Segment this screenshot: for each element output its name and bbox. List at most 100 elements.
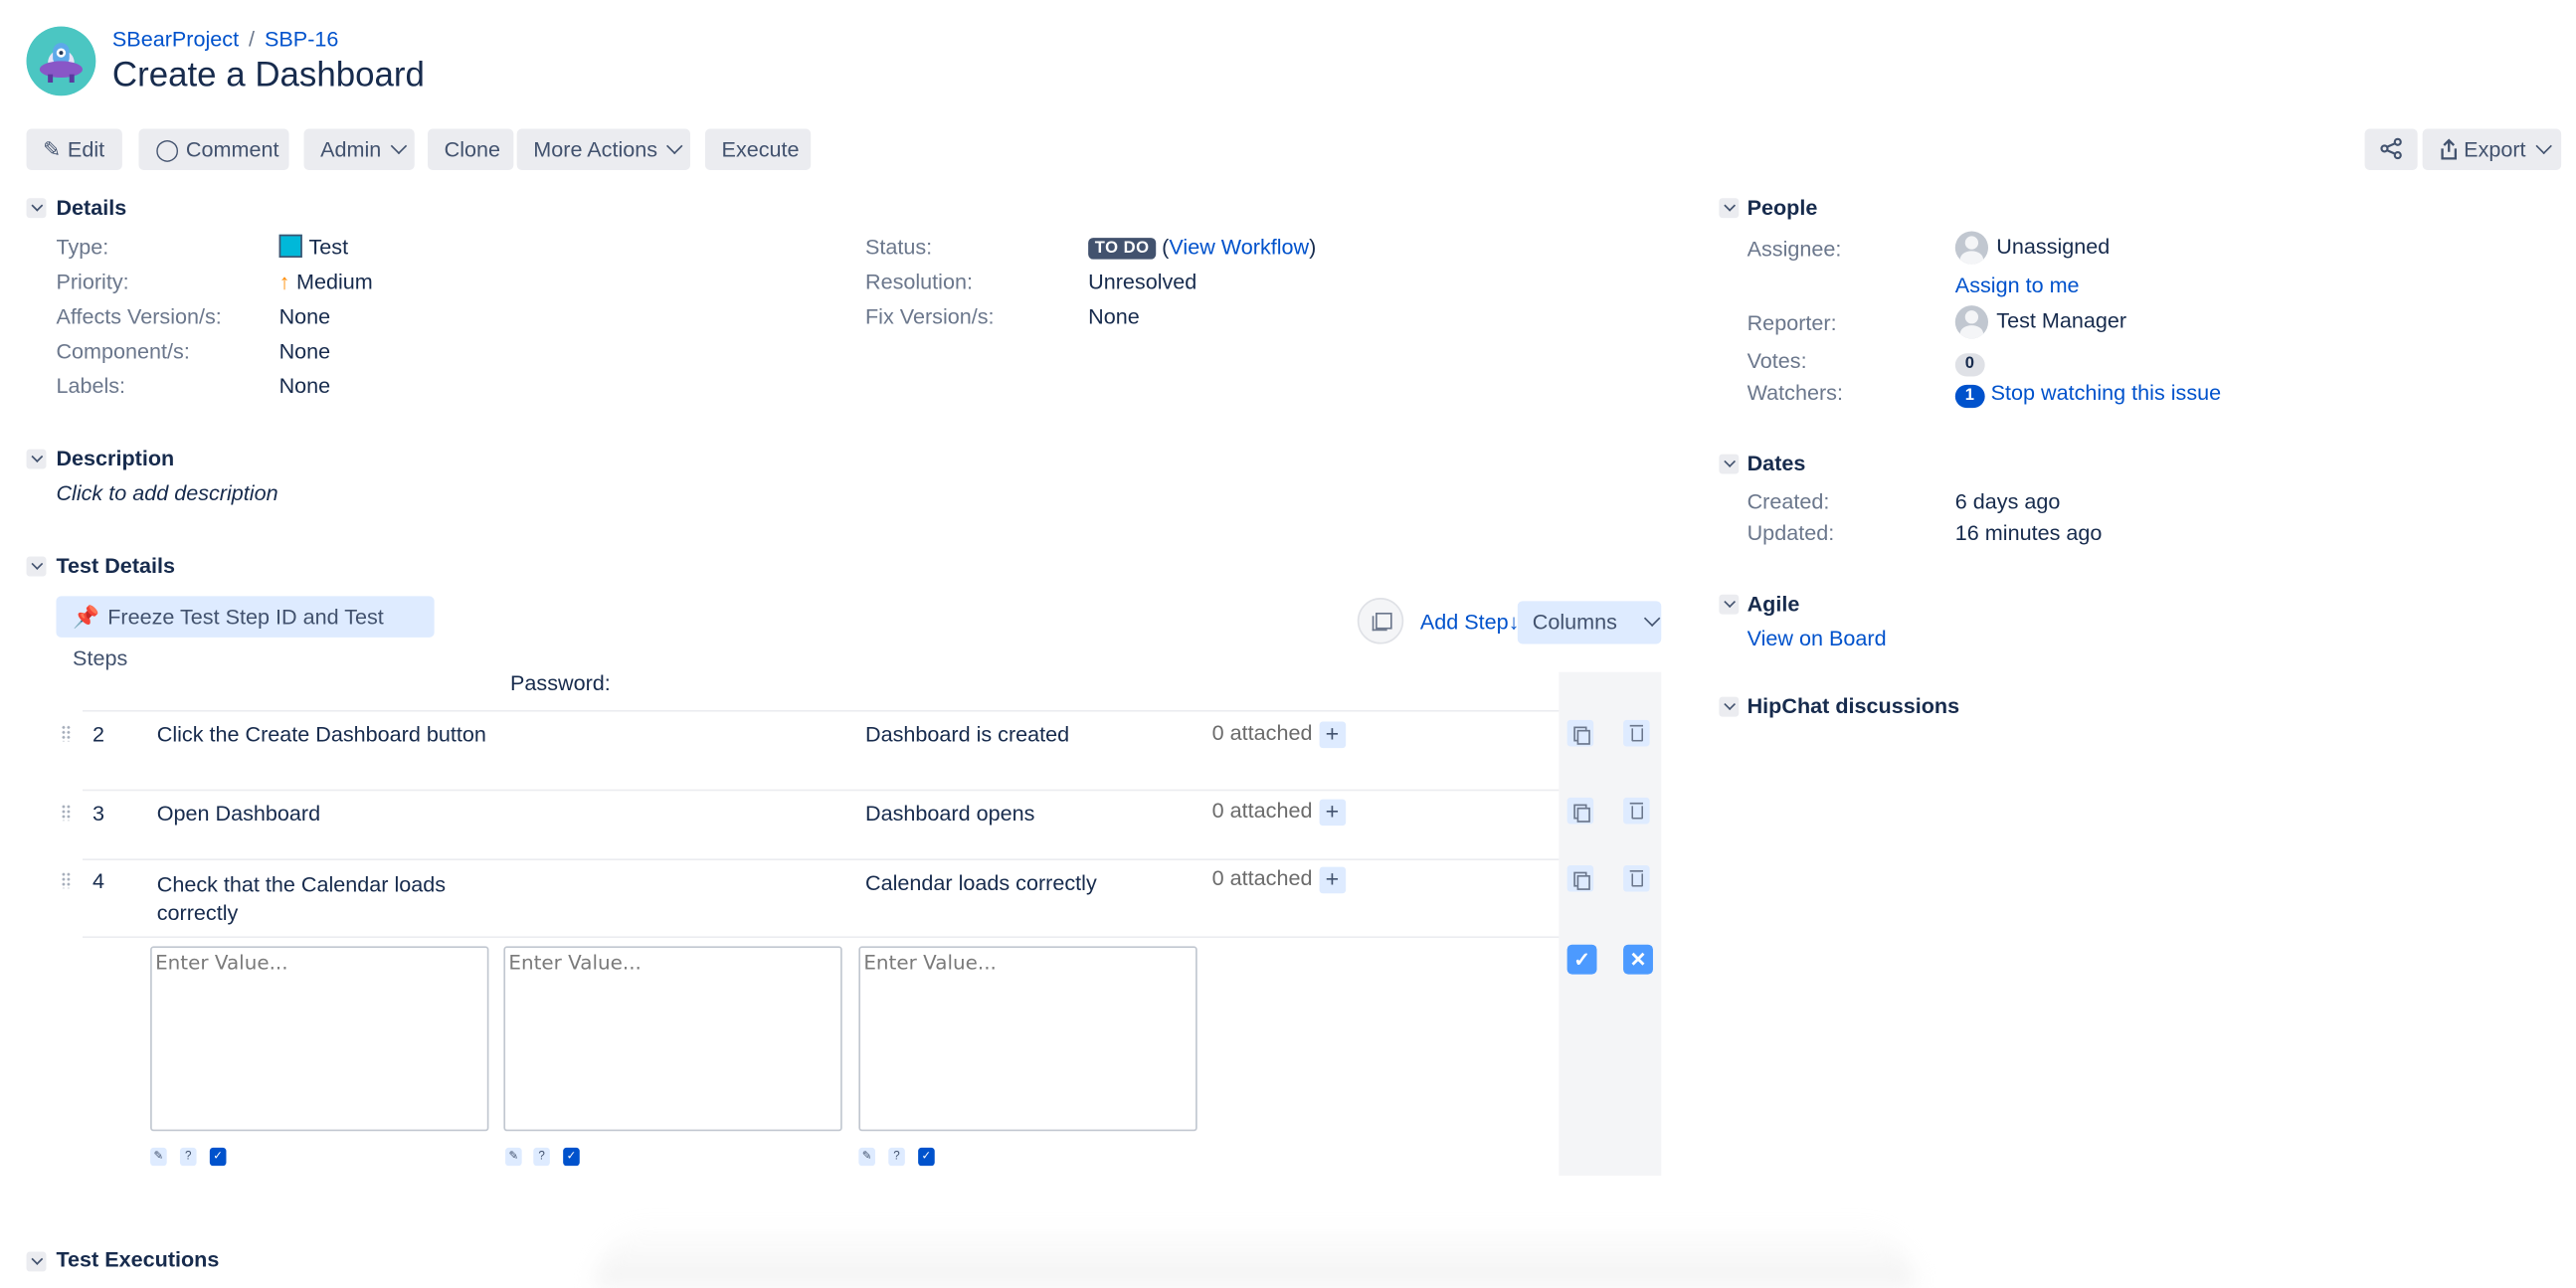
fix-version-value: None	[1088, 303, 1140, 329]
chevron-down-icon	[390, 137, 407, 155]
row-divider	[83, 709, 1560, 712]
new-step-input[interactable]	[150, 946, 489, 1132]
clone-button[interactable]: Clone	[428, 128, 514, 171]
step-result[interactable]: Dashboard is created	[865, 722, 1069, 747]
edit-markup-icon[interactable]: ✎	[505, 1147, 522, 1167]
votes-value[interactable]: 0	[1954, 348, 1984, 377]
votes-count: 0	[1954, 353, 1984, 377]
step-number: 3	[92, 801, 104, 827]
help-icon[interactable]: ?	[533, 1147, 550, 1167]
hipchat-heading: HipChat discussions	[1747, 693, 1960, 719]
comment-label: Comment	[185, 136, 279, 162]
test-details-toggle[interactable]	[26, 556, 47, 577]
reporter-avatar	[1954, 305, 1989, 339]
checkbox-icon[interactable]: ✓	[918, 1147, 935, 1167]
delete-step-button[interactable]	[1623, 864, 1650, 892]
share-button[interactable]	[2364, 128, 2418, 171]
view-workflow-link[interactable]: View Workflow	[1169, 235, 1309, 260]
breadcrumb-project-link[interactable]: SBearProject	[112, 27, 239, 52]
description-toggle[interactable]	[26, 449, 47, 469]
dates-toggle[interactable]	[1719, 454, 1740, 474]
resolution-label: Resolution:	[864, 269, 973, 294]
freeze-label: Freeze Test Step ID and Test Steps	[73, 604, 384, 671]
step-text[interactable]: Click the Create Dashboard button	[157, 722, 486, 747]
reporter-label: Reporter:	[1747, 310, 1837, 336]
stop-watching-link[interactable]: Stop watching this issue	[1991, 380, 2222, 405]
delete-step-button[interactable]	[1623, 797, 1650, 825]
details-toggle[interactable]	[26, 198, 47, 219]
clone-steps-button[interactable]	[1357, 598, 1404, 644]
issue-view: SBearProject / SBP-16 Create a Dashboard ✎…	[0, 0, 2576, 1288]
step-result[interactable]: Calendar loads correctly	[865, 870, 1097, 895]
watchers-count[interactable]: 1	[1954, 384, 1984, 409]
hipchat-toggle[interactable]	[1719, 696, 1740, 717]
labels-label: Labels:	[56, 373, 126, 399]
edit-button[interactable]: ✎ Edit	[26, 128, 122, 171]
agile-toggle[interactable]	[1719, 594, 1740, 615]
clone-label: Clone	[444, 136, 501, 162]
assignee-value[interactable]: Unassigned	[1954, 231, 2111, 265]
new-data-input[interactable]	[503, 946, 842, 1132]
add-attachment-button[interactable]: +	[1319, 720, 1346, 748]
edit-markup-icon[interactable]: ✎	[150, 1147, 167, 1167]
people-toggle[interactable]	[1719, 198, 1740, 219]
step-result[interactable]: Dashboard opens	[865, 801, 1034, 826]
status-value: TO DO (View Workflow)	[1088, 235, 1316, 260]
chevron-down-icon	[2534, 137, 2552, 155]
help-icon[interactable]: ?	[179, 1147, 197, 1167]
unassigned-avatar	[1954, 231, 1989, 265]
columns-dropdown[interactable]: Columns	[1517, 601, 1662, 644]
comment-button[interactable]: ◯ Comment	[138, 128, 289, 171]
watchers-value: 1 Stop watching this issue	[1954, 380, 2222, 409]
labels-value[interactable]: None	[279, 373, 331, 398]
row-divider	[83, 789, 1560, 792]
step-text[interactable]: Check that the Calendar loads correctly	[157, 870, 487, 926]
new-result-input[interactable]	[858, 946, 1197, 1132]
admin-dropdown[interactable]: Admin	[303, 128, 415, 171]
chevron-down-icon	[1644, 610, 1661, 628]
view-on-board-link[interactable]: View on Board	[1748, 626, 1887, 650]
delete-step-button[interactable]	[1623, 719, 1650, 747]
export-dropdown[interactable]: Export	[2422, 128, 2562, 171]
assignee-name: Unassigned	[1996, 233, 2111, 259]
attachment-count: 0 attached	[1211, 719, 1313, 745]
ufo-icon	[26, 26, 96, 96]
priority-value: ↑ Medium	[279, 270, 373, 294]
drag-handle-icon[interactable]	[61, 804, 72, 822]
add-attachment-button[interactable]: +	[1319, 798, 1346, 826]
description-heading: Description	[56, 446, 175, 471]
clone-step-button[interactable]	[1566, 864, 1594, 892]
project-avatar[interactable]	[26, 26, 96, 96]
add-step-link[interactable]: Add Step↓	[1420, 610, 1520, 635]
assign-to-me-link[interactable]: Assign to me	[1955, 273, 2080, 297]
clone-step-button[interactable]	[1566, 797, 1594, 825]
description-field[interactable]: Click to add description	[56, 480, 277, 505]
add-attachment-button[interactable]: +	[1319, 865, 1346, 893]
freeze-steps-button[interactable]: 📌 Freeze Test Step ID and Test Steps	[56, 596, 435, 670]
share-icon	[2380, 137, 2402, 160]
row-divider	[83, 936, 1560, 939]
more-actions-dropdown[interactable]: More Actions	[516, 128, 691, 171]
help-icon[interactable]: ?	[888, 1147, 905, 1167]
drag-handle-icon[interactable]	[61, 724, 72, 742]
checkbox-icon[interactable]: ✓	[563, 1147, 580, 1167]
pin-icon: 📌	[73, 604, 99, 630]
created-value: 6 days ago	[1954, 488, 2061, 514]
cancel-step-button[interactable]: ✕	[1623, 944, 1653, 975]
checkbox-icon[interactable]: ✓	[209, 1147, 227, 1167]
save-step-button[interactable]: ✓	[1566, 944, 1597, 975]
breadcrumb-issue-link[interactable]: SBP-16	[265, 27, 338, 52]
close-icon: ✕	[1629, 948, 1647, 972]
page-title[interactable]: Create a Dashboard	[112, 56, 425, 95]
edit-markup-icon[interactable]: ✎	[858, 1147, 875, 1167]
priority-text: Medium	[296, 269, 373, 294]
clone-step-button[interactable]	[1566, 719, 1594, 747]
step-text[interactable]: Open Dashboard	[157, 801, 320, 826]
test-executions-toggle[interactable]	[26, 1251, 47, 1272]
column-header-partial: Password:	[510, 670, 611, 695]
updated-value: 16 minutes ago	[1954, 519, 2103, 545]
drag-handle-icon[interactable]	[61, 871, 72, 889]
breadcrumb-separator: /	[249, 26, 256, 52]
execute-button[interactable]: Execute	[704, 128, 812, 171]
reporter-value[interactable]: Test Manager	[1954, 305, 2126, 339]
